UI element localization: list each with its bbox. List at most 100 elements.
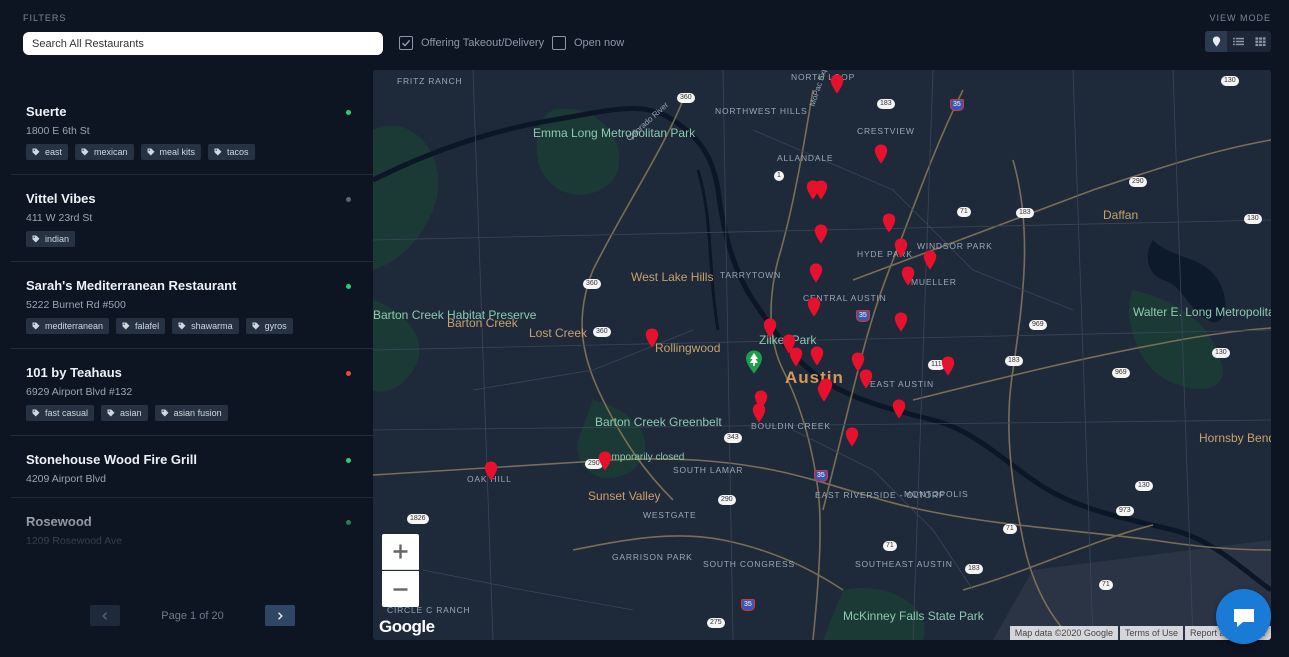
tag[interactable]: mediterranean xyxy=(26,318,110,334)
restaurant-list: Suerte 1800 E 6th St east mexican meal kits t… xyxy=(11,88,373,568)
checkbox-unchecked-icon xyxy=(552,36,566,50)
restaurant-name: Rosewood xyxy=(26,514,92,529)
tag[interactable]: meal kits xyxy=(140,144,202,160)
tag-label: fast casual xyxy=(45,408,89,418)
tag[interactable]: mexican xyxy=(75,144,134,160)
tag-icon xyxy=(32,322,40,330)
restaurant-pin-icon[interactable] xyxy=(882,213,896,233)
search-restaurants-input[interactable] xyxy=(23,32,383,55)
restaurant-list-item[interactable]: 101 by Teahaus 6929 Airport Blvd #132 fast… xyxy=(11,349,373,436)
restaurant-list-item[interactable]: Stonehouse Wood Fire Grill 4209 Airport B… xyxy=(11,436,373,498)
previous-page-button[interactable] xyxy=(90,605,120,626)
neighborhood-label: SOUTHEAST AUSTIN xyxy=(855,559,953,569)
restaurant-pin-icon[interactable] xyxy=(845,427,859,447)
tag[interactable]: fast casual xyxy=(26,405,95,421)
tag[interactable]: tacos xyxy=(208,144,255,160)
park-label: McKinney Falls State Park xyxy=(843,609,984,623)
view-mode-switch xyxy=(1205,31,1271,52)
tag[interactable]: indian xyxy=(26,231,76,247)
neighborhood-label: GARRISON PARK xyxy=(612,552,693,562)
takeout-delivery-checkbox[interactable]: Offering Takeout/Delivery xyxy=(399,36,544,50)
restaurant-pin-icon[interactable] xyxy=(809,263,823,283)
highway-shield: 183 xyxy=(965,564,983,574)
restaurant-pin-icon[interactable] xyxy=(814,180,828,200)
tag-icon xyxy=(161,409,169,417)
next-page-button[interactable] xyxy=(264,605,295,626)
restaurant-map[interactable]: Austin West Lake Hills Barton Creek Lost Cr… xyxy=(373,70,1271,640)
tag-icon xyxy=(89,558,97,566)
restaurant-pin-icon[interactable] xyxy=(807,297,821,317)
highway-shield: 71 xyxy=(1003,524,1017,534)
restaurant-pin-icon[interactable] xyxy=(752,403,766,423)
restaurant-pin-icon[interactable] xyxy=(901,266,915,286)
tag-list: mediterranean falafel shawarma gyros xyxy=(26,318,359,334)
restaurant-pin-icon[interactable] xyxy=(484,461,498,481)
restaurant-pin-icon[interactable] xyxy=(598,451,612,471)
restaurant-pin-icon[interactable] xyxy=(894,312,908,332)
tag-icon xyxy=(122,322,130,330)
chevron-left-icon xyxy=(102,611,107,620)
restaurant-pin-icon[interactable] xyxy=(874,144,888,164)
restaurant-pin-icon[interactable] xyxy=(817,382,831,402)
chat-bubble-icon xyxy=(1233,608,1254,627)
restaurant-list-item[interactable]: Rosewood 1209 Rosewood Ave dinner american s… xyxy=(11,498,373,568)
pagination: Page 1 of 20 xyxy=(90,605,295,626)
neighborhood-label: SOUTH LAMAR xyxy=(673,465,744,475)
tag[interactable]: asian fusion xyxy=(154,405,228,421)
restaurant-address: 6929 Airport Blvd #132 xyxy=(26,386,133,398)
tag[interactable]: shawarma xyxy=(172,318,239,334)
chat-button[interactable] xyxy=(1216,589,1271,644)
tag[interactable]: east xyxy=(26,144,69,160)
highway-shield: 71 xyxy=(1099,580,1113,590)
restaurant-pin-icon[interactable] xyxy=(789,347,803,367)
park-label: Emma Long Metropolitan Park xyxy=(533,126,696,140)
view-mode-map-button[interactable] xyxy=(1205,31,1227,52)
restaurant-list-item[interactable]: Suerte 1800 E 6th St east mexican meal kits t… xyxy=(11,88,373,175)
restaurant-pin-icon[interactable] xyxy=(941,356,955,376)
tag[interactable]: american xyxy=(83,554,146,568)
tag-label: asian xyxy=(120,408,142,418)
restaurant-pin-icon[interactable] xyxy=(894,238,908,258)
tag[interactable]: southern xyxy=(152,554,213,568)
park-label: Walter E. Long Metropolitan Park xyxy=(1133,305,1271,319)
restaurant-list-item[interactable]: Vittel Vibes 411 W 23rd St indian xyxy=(11,175,373,262)
park-marker-icon[interactable] xyxy=(745,350,763,374)
restaurant-pin-icon[interactable] xyxy=(763,318,777,338)
restaurant-pin-icon[interactable] xyxy=(892,399,906,419)
highway-shield: 1 xyxy=(774,171,784,181)
tag-icon xyxy=(107,409,115,417)
zoom-in-button[interactable] xyxy=(382,534,419,570)
restaurant-pin-icon[interactable] xyxy=(814,224,828,244)
restaurant-list-item[interactable]: Sarah's Mediterranean Restaurant 5222 Bur… xyxy=(11,262,373,349)
filters-section-label: FILTERS xyxy=(23,13,67,23)
neighborhood-label: TARRYTOWN xyxy=(720,270,782,280)
tag[interactable]: falafel xyxy=(116,318,166,334)
terms-of-use-link[interactable]: Terms of Use xyxy=(1119,626,1183,640)
highway-shield: 275 xyxy=(707,618,725,628)
tag[interactable]: dinner xyxy=(26,554,77,568)
plus-icon xyxy=(393,544,408,559)
view-mode-list-button[interactable] xyxy=(1227,31,1249,52)
restaurant-pin-icon[interactable] xyxy=(923,250,937,270)
restaurant-pin-icon[interactable] xyxy=(830,74,844,94)
neighborhood-label: WESTGATE xyxy=(643,510,697,520)
highway-shield: 969 xyxy=(1112,368,1130,378)
highway-shield: 183 xyxy=(1016,208,1034,218)
status-indicator-closed xyxy=(346,371,351,376)
restaurant-address: 5222 Burnet Rd #500 xyxy=(26,299,126,311)
tag-icon xyxy=(214,148,222,156)
zoom-out-button[interactable] xyxy=(382,571,419,607)
restaurant-pin-icon[interactable] xyxy=(859,369,873,389)
view-mode-grid-button[interactable] xyxy=(1249,31,1271,52)
tag-icon xyxy=(32,558,40,566)
restaurant-pin-icon[interactable] xyxy=(645,328,659,348)
open-now-checkbox[interactable]: Open now xyxy=(552,36,624,50)
tag[interactable]: asian xyxy=(101,405,148,421)
tag-label: mediterranean xyxy=(45,321,104,331)
restaurant-pin-icon[interactable] xyxy=(810,346,824,366)
tag[interactable]: comfort xyxy=(219,554,275,568)
open-now-label: Open now xyxy=(574,37,625,49)
status-indicator-open xyxy=(346,110,351,115)
highway-shield: 183 xyxy=(877,99,895,109)
tag[interactable]: gyros xyxy=(245,318,293,334)
